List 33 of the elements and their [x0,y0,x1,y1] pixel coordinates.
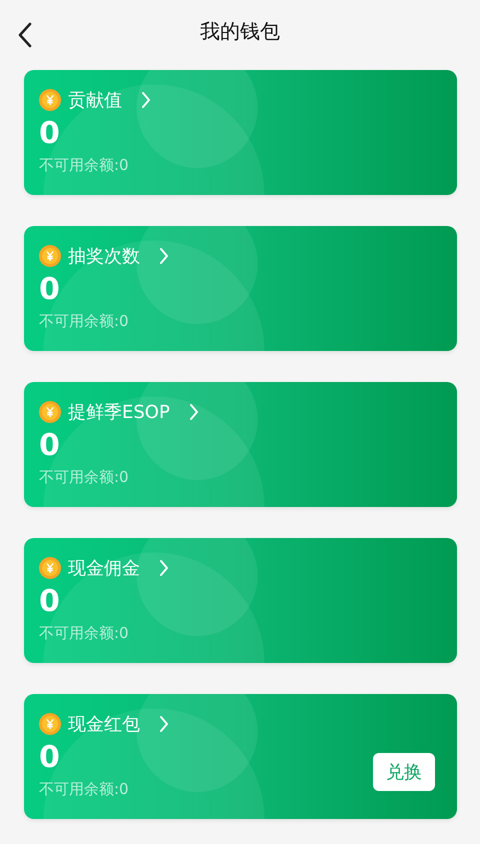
wallet-name: 现金红包 [68,713,140,736]
coin-icon [39,557,61,579]
unavailable-balance: 不可用余额:0 [39,156,130,175]
wallet-name: 贡献值 [68,89,122,112]
chevron-right-icon [159,559,169,577]
balance-amount: 0 [39,584,61,620]
coin-icon [39,713,61,735]
chevron-right-icon [141,91,151,109]
unavailable-balance: 不可用余额:0 [39,468,130,487]
page-title: 我的钱包 [200,18,280,44]
coin-icon [39,401,61,423]
coin-icon [39,89,61,111]
unavailable-balance: 不可用余额:0 [39,780,130,799]
wallet-card[interactable]: 现金佣金 0 不可用余额:0 [24,538,457,663]
chevron-right-icon [159,715,169,733]
unavailable-balance: 不可用余额:0 [39,624,130,643]
chevron-right-icon [159,247,169,265]
wallet-card[interactable]: 提鲜季ESOP 0 不可用余额:0 [24,382,457,507]
unavailable-balance: 不可用余额:0 [39,312,130,331]
chevron-right-icon [188,403,199,421]
balance-amount: 0 [39,272,61,308]
exchange-button[interactable]: 兑换 [373,752,435,790]
balance-amount: 0 [39,116,61,152]
back-icon[interactable] [17,22,33,48]
wallet-name: 现金佣金 [68,557,140,580]
balance-amount: 0 [39,428,61,464]
wallet-name: 提鲜季ESOP [68,401,170,424]
wallet-card[interactable]: 抽奖次数 0 不可用余额:0 [24,226,457,351]
balance-amount: 0 [39,740,61,776]
wallet-card[interactable]: 现金红包 0 不可用余额:0 兑换 [24,694,457,819]
coin-icon [39,245,61,267]
wallet-card[interactable]: 贡献值 0 不可用余额:0 [24,70,457,195]
wallet-name: 抽奖次数 [68,245,140,268]
